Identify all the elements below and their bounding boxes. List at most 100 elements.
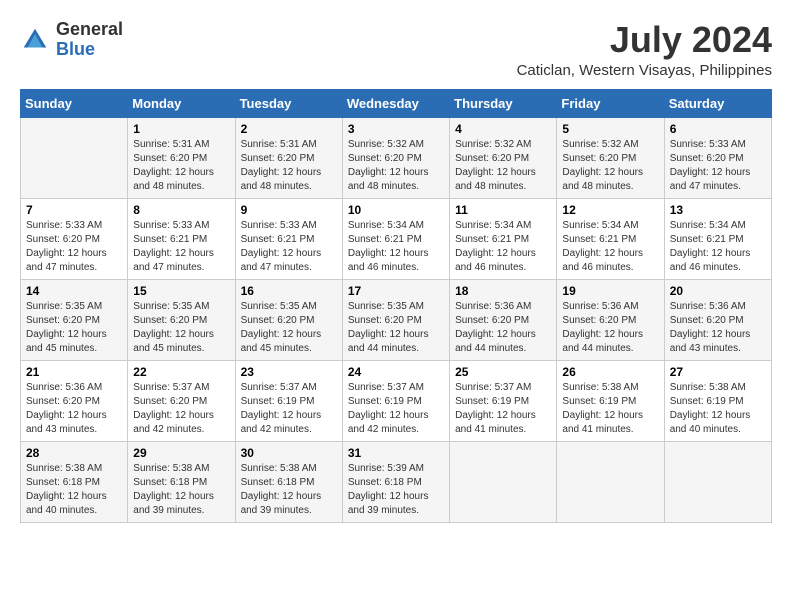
calendar-week-row: 21Sunrise: 5:36 AMSunset: 6:20 PMDayligh… [21, 360, 772, 441]
calendar-cell: 26 Sunrise: 5:38 AMSunset: 6:19 PMDayligh… [557, 360, 664, 441]
day-info: Sunrise: 5:32 AMSunset: 6:20 PMDaylight:… [348, 138, 444, 194]
day-number: 30 [241, 446, 337, 460]
calendar-day-header: Monday [128, 89, 235, 117]
month-title: July 2024 [517, 20, 772, 60]
calendar-day-header: Tuesday [235, 89, 342, 117]
calendar-day-header: Friday [557, 89, 664, 117]
day-number: 29 [133, 446, 229, 460]
day-number: 10 [348, 203, 444, 217]
title-block: July 2024 Caticlan, Western Visayas, Phi… [517, 20, 772, 79]
day-info: Sunrise: 5:37 AMSunset: 6:19 PMDaylight:… [241, 381, 337, 437]
logo-icon [20, 25, 50, 55]
calendar-cell: 23 Sunrise: 5:37 AMSunset: 6:19 PMDayligh… [235, 360, 342, 441]
day-info: Sunrise: 5:33 AMSunset: 6:21 PMDaylight:… [241, 219, 337, 275]
day-number: 28 [26, 446, 122, 460]
calendar-cell: 22Sunrise: 5:37 AMSunset: 6:20 PMDayligh… [128, 360, 235, 441]
logo-text: General Blue [56, 20, 123, 60]
calendar-table: SundayMondayTuesdayWednesdayThursdayFrid… [20, 89, 772, 523]
calendar-cell: 16 Sunrise: 5:35 AMSunset: 6:20 PMDayligh… [235, 279, 342, 360]
day-info: Sunrise: 5:35 AMSunset: 6:20 PMDaylight:… [133, 300, 229, 356]
day-number: 23 [241, 365, 337, 379]
day-info: Sunrise: 5:39 AMSunset: 6:18 PMDaylight:… [348, 462, 444, 518]
calendar-cell: 27Sunrise: 5:38 AMSunset: 6:19 PMDayligh… [664, 360, 771, 441]
day-info: Sunrise: 5:34 AMSunset: 6:21 PMDaylight:… [562, 219, 658, 275]
day-info: Sunrise: 5:36 AMSunset: 6:20 PMDaylight:… [26, 381, 122, 437]
day-info: Sunrise: 5:38 AMSunset: 6:18 PMDaylight:… [133, 462, 229, 518]
day-number: 2 [241, 122, 337, 136]
logo: General Blue [20, 20, 123, 60]
day-info: Sunrise: 5:33 AMSunset: 6:20 PMDaylight:… [26, 219, 122, 275]
calendar-cell: 21Sunrise: 5:36 AMSunset: 6:20 PMDayligh… [21, 360, 128, 441]
calendar-week-row: 28 Sunrise: 5:38 AMSunset: 6:18 PMDayligh… [21, 441, 772, 522]
calendar-cell: 5 Sunrise: 5:32 AMSunset: 6:20 PMDaylight… [557, 117, 664, 198]
day-number: 13 [670, 203, 766, 217]
day-info: Sunrise: 5:34 AMSunset: 6:21 PMDaylight:… [670, 219, 766, 275]
day-number: 11 [455, 203, 551, 217]
calendar-day-header: Thursday [450, 89, 557, 117]
day-number: 17 [348, 284, 444, 298]
day-info: Sunrise: 5:37 AMSunset: 6:20 PMDaylight:… [133, 381, 229, 437]
calendar-cell [557, 441, 664, 522]
calendar-cell: 28Sunrise: 5:38 AMSunset: 6:18 PMDayligh… [21, 441, 128, 522]
day-number: 4 [455, 122, 551, 136]
logo-general: General [56, 20, 123, 40]
day-number: 18 [455, 284, 551, 298]
calendar-cell [450, 441, 557, 522]
calendar-week-row: 14Sunrise: 5:35 AMSunset: 6:20 PMDayligh… [21, 279, 772, 360]
calendar-cell: 17 Sunrise: 5:35 AMSunset: 6:20 PMDayligh… [342, 279, 449, 360]
calendar-cell: 12Sunrise: 5:34 AMSunset: 6:21 PMDayligh… [557, 198, 664, 279]
calendar-day-header: Saturday [664, 89, 771, 117]
day-info: Sunrise: 5:35 AMSunset: 6:20 PMDaylight:… [26, 300, 122, 356]
day-number: 25 [455, 365, 551, 379]
day-number: 24 [348, 365, 444, 379]
calendar-cell: 29 Sunrise: 5:38 AMSunset: 6:18 PMDayligh… [128, 441, 235, 522]
calendar-cell [21, 117, 128, 198]
day-info: Sunrise: 5:32 AMSunset: 6:20 PMDaylight:… [562, 138, 658, 194]
calendar-cell: 18 Sunrise: 5:36 AMSunset: 6:20 PMDayligh… [450, 279, 557, 360]
calendar-cell: 25Sunrise: 5:37 AMSunset: 6:19 PMDayligh… [450, 360, 557, 441]
day-number: 6 [670, 122, 766, 136]
day-info: Sunrise: 5:36 AMSunset: 6:20 PMDaylight:… [455, 300, 551, 356]
calendar-cell: 2 Sunrise: 5:31 AMSunset: 6:20 PMDaylight… [235, 117, 342, 198]
calendar-cell: 10 Sunrise: 5:34 AMSunset: 6:21 PMDayligh… [342, 198, 449, 279]
calendar-cell: 15Sunrise: 5:35 AMSunset: 6:20 PMDayligh… [128, 279, 235, 360]
day-info: Sunrise: 5:35 AMSunset: 6:20 PMDaylight:… [241, 300, 337, 356]
day-number: 9 [241, 203, 337, 217]
day-number: 16 [241, 284, 337, 298]
calendar-day-header: Sunday [21, 89, 128, 117]
day-number: 27 [670, 365, 766, 379]
day-info: Sunrise: 5:32 AMSunset: 6:20 PMDaylight:… [455, 138, 551, 194]
calendar-week-row: 7Sunrise: 5:33 AMSunset: 6:20 PMDaylight… [21, 198, 772, 279]
day-number: 3 [348, 122, 444, 136]
calendar-body: 1 Sunrise: 5:31 AMSunset: 6:20 PMDaylight… [21, 117, 772, 522]
day-number: 1 [133, 122, 229, 136]
calendar-cell: 31Sunrise: 5:39 AMSunset: 6:18 PMDayligh… [342, 441, 449, 522]
day-number: 26 [562, 365, 658, 379]
day-info: Sunrise: 5:37 AMSunset: 6:19 PMDaylight:… [348, 381, 444, 437]
calendar-cell: 7Sunrise: 5:33 AMSunset: 6:20 PMDaylight… [21, 198, 128, 279]
calendar-cell: 14Sunrise: 5:35 AMSunset: 6:20 PMDayligh… [21, 279, 128, 360]
day-info: Sunrise: 5:38 AMSunset: 6:19 PMDaylight:… [562, 381, 658, 437]
calendar-cell: 6 Sunrise: 5:33 AMSunset: 6:20 PMDaylight… [664, 117, 771, 198]
day-info: Sunrise: 5:36 AMSunset: 6:20 PMDaylight:… [562, 300, 658, 356]
day-number: 5 [562, 122, 658, 136]
page-header: General Blue July 2024 Caticlan, Western… [20, 20, 772, 79]
calendar-cell: 1 Sunrise: 5:31 AMSunset: 6:20 PMDaylight… [128, 117, 235, 198]
logo-blue: Blue [56, 40, 123, 60]
calendar-cell: 30 Sunrise: 5:38 AMSunset: 6:18 PMDayligh… [235, 441, 342, 522]
day-info: Sunrise: 5:38 AMSunset: 6:18 PMDaylight:… [241, 462, 337, 518]
day-info: Sunrise: 5:31 AMSunset: 6:20 PMDaylight:… [241, 138, 337, 194]
calendar-cell: 3 Sunrise: 5:32 AMSunset: 6:20 PMDaylight… [342, 117, 449, 198]
day-info: Sunrise: 5:31 AMSunset: 6:20 PMDaylight:… [133, 138, 229, 194]
calendar-day-header: Wednesday [342, 89, 449, 117]
calendar-header-row: SundayMondayTuesdayWednesdayThursdayFrid… [21, 89, 772, 117]
day-info: Sunrise: 5:33 AMSunset: 6:20 PMDaylight:… [670, 138, 766, 194]
day-info: Sunrise: 5:34 AMSunset: 6:21 PMDaylight:… [348, 219, 444, 275]
day-info: Sunrise: 5:33 AMSunset: 6:21 PMDaylight:… [133, 219, 229, 275]
calendar-cell [664, 441, 771, 522]
calendar-cell: 20Sunrise: 5:36 AMSunset: 6:20 PMDayligh… [664, 279, 771, 360]
day-info: Sunrise: 5:35 AMSunset: 6:20 PMDaylight:… [348, 300, 444, 356]
calendar-cell: 4 Sunrise: 5:32 AMSunset: 6:20 PMDaylight… [450, 117, 557, 198]
calendar-week-row: 1 Sunrise: 5:31 AMSunset: 6:20 PMDaylight… [21, 117, 772, 198]
day-info: Sunrise: 5:34 AMSunset: 6:21 PMDaylight:… [455, 219, 551, 275]
